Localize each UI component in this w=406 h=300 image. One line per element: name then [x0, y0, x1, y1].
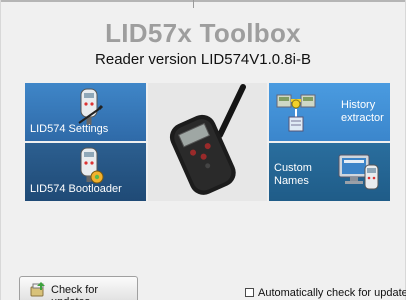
auto-check-updates-option[interactable]: Automatically check for updates	[245, 287, 406, 299]
handheld-reader-device-image	[169, 84, 246, 195]
update-download-icon	[30, 282, 45, 297]
custom-names-tile[interactable]: Custom Names	[269, 143, 390, 201]
history-extractor-label-line2: extractor	[341, 112, 384, 124]
reader-settings-icon	[78, 88, 104, 125]
history-extractor-label: History extractor	[341, 99, 384, 125]
window-top-border	[1, 0, 405, 8]
custom-names-label: Custom Names	[274, 162, 312, 188]
auto-check-checkbox[interactable]	[245, 288, 254, 297]
reader-bootloader-icon	[80, 147, 104, 184]
custom-names-label-line2: Names	[274, 175, 309, 187]
toolbox-window: LID57x Toolbox Reader version LID574V1.0…	[0, 0, 406, 300]
history-extractor-icon	[276, 94, 316, 132]
check-updates-label: Check for updates	[51, 284, 99, 300]
history-extractor-tile[interactable]: History extractor	[269, 83, 390, 141]
reader-version-text: Reader version LID574V1.0.8i-B	[95, 51, 311, 68]
check-updates-button[interactable]: Check for updates	[19, 276, 138, 300]
history-extractor-label-line1: History	[341, 99, 376, 111]
device-photo-tile	[148, 83, 267, 201]
auto-check-label: Automatically check for updates	[258, 287, 406, 299]
settings-tile[interactable]: LID574 Settings	[25, 83, 146, 141]
custom-names-icon	[338, 154, 379, 190]
bootloader-tile[interactable]: LID574 Bootloader	[25, 143, 146, 201]
app-title: LID57x Toolbox	[105, 18, 301, 48]
custom-names-label-line1: Custom	[274, 162, 312, 174]
bootloader-tile-label: LID574 Bootloader	[30, 183, 122, 195]
settings-tile-label: LID574 Settings	[30, 123, 109, 135]
